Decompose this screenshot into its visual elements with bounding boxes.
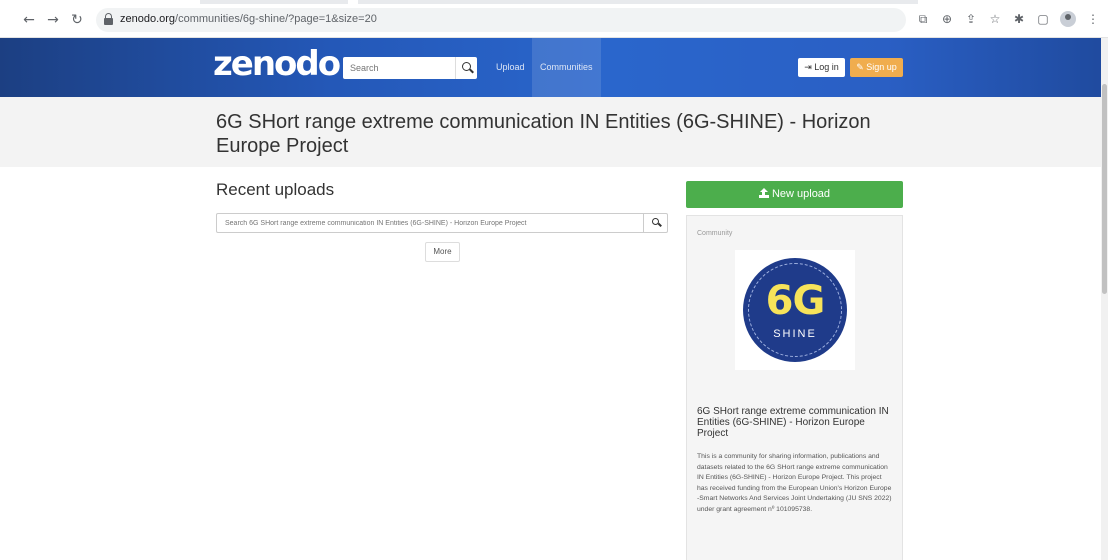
page-title: 6G SHort range extreme communication IN … xyxy=(216,111,871,157)
browser-toolbar: ← → ↻ zenodo.org/communities/6g-shine/?p… xyxy=(0,0,1108,38)
url-host: zenodo.org xyxy=(120,13,176,25)
browser-tab-edge[interactable] xyxy=(358,0,918,4)
signup-label: Sign up xyxy=(866,62,897,72)
community-search-button[interactable] xyxy=(643,214,667,232)
menu-kebab-icon[interactable]: ⋮ xyxy=(1086,12,1100,26)
login-label: Log in xyxy=(814,62,839,72)
community-header: 6G SHort range extreme communication IN … xyxy=(0,97,1108,167)
share-icon[interactable]: ⇪ xyxy=(964,12,978,26)
url-text[interactable]: zenodo.org/communities/6g-shine/?page=1&… xyxy=(120,13,377,25)
community-label: Community xyxy=(697,230,733,237)
zoom-icon[interactable]: ⊕ xyxy=(940,12,954,26)
site-navbar: zenodo Upload Communities ⇥ Log in ✎ Sig… xyxy=(0,38,1108,97)
url-path: /communities/6g-shine/?page=1&size=20 xyxy=(175,13,377,25)
address-bar[interactable]: zenodo.org/communities/6g-shine/?page=1&… xyxy=(96,8,906,32)
translate-icon[interactable]: ⧉ xyxy=(916,12,930,26)
community-logo: 6G SHINE xyxy=(735,250,855,370)
community-search-input[interactable] xyxy=(217,214,645,232)
browser-tab-edge[interactable] xyxy=(200,0,348,4)
lock-icon xyxy=(104,13,113,25)
logo-6g-text: 6G xyxy=(765,278,826,324)
nav-communities-link[interactable]: Communities xyxy=(532,38,601,97)
forward-arrow-icon[interactable]: → xyxy=(44,12,62,28)
profile-avatar-icon[interactable] xyxy=(1060,11,1076,27)
signup-button[interactable]: ✎ Sign up xyxy=(850,58,903,77)
search-icon xyxy=(652,218,659,225)
site-search xyxy=(343,57,477,79)
new-upload-label: New upload xyxy=(771,188,831,200)
new-upload-button[interactable]: New upload xyxy=(686,181,903,208)
login-icon: ⇥ xyxy=(804,62,812,72)
browser-actions: ⧉ ⊕ ⇪ ☆ ✱ ▢ ⋮ xyxy=(916,10,1100,28)
site-search-button[interactable] xyxy=(455,57,477,79)
recent-uploads-heading: Recent uploads xyxy=(216,180,335,199)
reload-icon[interactable]: ↻ xyxy=(68,12,86,28)
more-button[interactable]: More xyxy=(425,242,460,262)
6g-shine-logo-badge: 6G SHINE xyxy=(743,258,847,362)
community-title: 6G SHort range extreme communication IN … xyxy=(697,406,889,439)
login-button[interactable]: ⇥ Log in xyxy=(798,58,845,77)
search-icon xyxy=(462,62,471,71)
upload-icon xyxy=(758,188,769,198)
sidebar-panel-icon[interactable]: ▢ xyxy=(1036,12,1050,26)
nav-upload-link[interactable]: Upload xyxy=(488,38,533,97)
site-search-input[interactable] xyxy=(343,57,455,79)
back-arrow-icon[interactable]: ← xyxy=(20,12,38,28)
bookmark-star-icon[interactable]: ☆ xyxy=(988,12,1002,26)
community-search xyxy=(216,213,668,233)
edit-icon: ✎ xyxy=(856,62,864,72)
logo-shine-text: SHINE xyxy=(773,328,817,340)
community-description: This is a community for sharing informat… xyxy=(697,453,892,513)
page-scrollbar[interactable] xyxy=(1101,38,1108,560)
zenodo-logo[interactable]: zenodo xyxy=(213,44,341,84)
scrollbar-thumb[interactable] xyxy=(1102,84,1107,294)
extensions-puzzle-icon[interactable]: ✱ xyxy=(1012,12,1026,26)
community-panel: Community 6G SHINE 6G SHort range extrem… xyxy=(686,215,903,560)
